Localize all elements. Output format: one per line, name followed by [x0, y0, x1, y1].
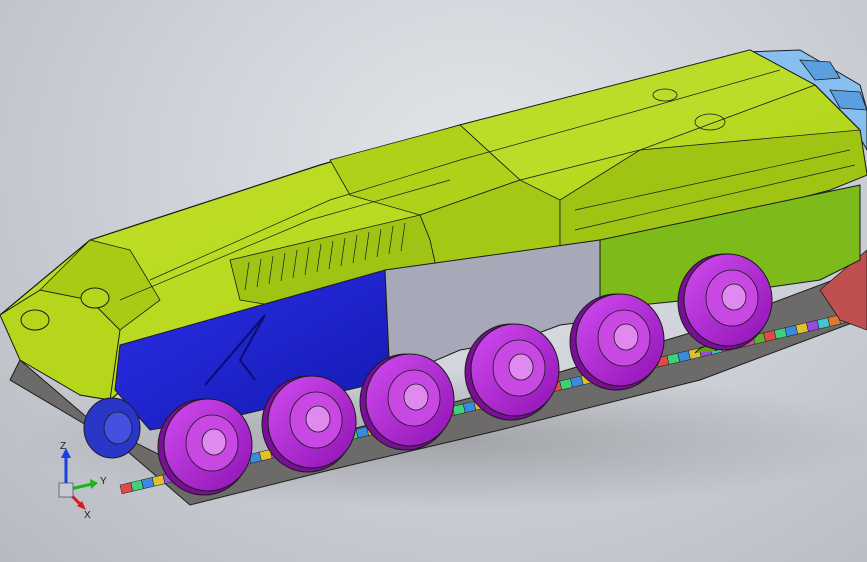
x-axis-label: X [84, 510, 91, 520]
coordinate-triad: Z Y X [58, 441, 107, 520]
y-axis-label: Y [100, 476, 107, 487]
z-axis-label: Z [60, 441, 66, 452]
tank-hull-model[interactable] [0, 0, 867, 562]
cad-3d-viewport[interactable]: Z Y X [0, 0, 867, 562]
